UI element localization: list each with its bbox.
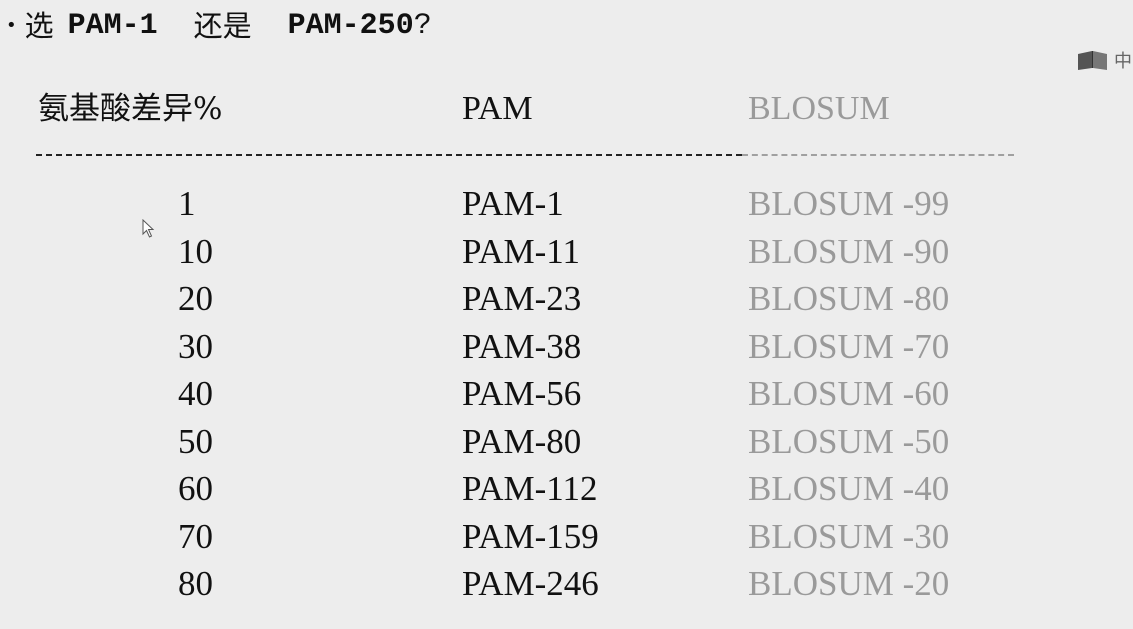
cell-pam: PAM-23 [462, 279, 582, 318]
table-row: 60 PAM-112 BLOSUM -40 [0, 465, 1133, 513]
table-row: 10 PAM-11 BLOSUM -90 [0, 228, 1133, 276]
headline-option-a: PAM-1 [67, 9, 158, 43]
cell-blosum: BLOSUM -60 [748, 374, 950, 413]
column-header-pam: PAM [462, 90, 533, 127]
table-body: 1 PAM-1 BLOSUM -99 10 PAM-11 BLOSUM -90 … [0, 180, 1133, 608]
cell-pam: PAM-1 [462, 184, 564, 223]
headline-connector: 还是 [193, 9, 252, 43]
cell-blosum: BLOSUM -20 [748, 564, 950, 603]
cell-difference: 1 [178, 184, 196, 223]
cell-blosum: BLOSUM -30 [748, 516, 950, 556]
cell-pam: PAM-112 [462, 469, 598, 508]
cell-pam: PAM-159 [462, 516, 599, 556]
cell-difference: 80 [178, 564, 213, 603]
cell-blosum: BLOSUM -90 [748, 231, 950, 271]
bullet-dot: • [6, 15, 17, 36]
cell-blosum: BLOSUM -80 [748, 279, 950, 318]
cell-blosum: BLOSUM -50 [748, 421, 950, 461]
cell-difference: 60 [178, 469, 213, 508]
table-row: 20 PAM-23 BLOSUM -80 [0, 275, 1133, 323]
cell-difference: 10 [178, 231, 213, 271]
cell-blosum: BLOSUM -40 [748, 469, 950, 508]
table-row: 40 PAM-56 BLOSUM -60 [0, 370, 1133, 418]
cell-pam: PAM-80 [462, 421, 582, 461]
cell-blosum: BLOSUM -70 [748, 326, 950, 366]
header-divider-light [742, 154, 1014, 156]
slide: • 选 PAM-1 还是 PAM-250 ? 中 氨基酸差异% PAM BLOS… [0, 0, 1133, 629]
cell-difference: 20 [178, 279, 213, 318]
cell-pam: PAM-11 [462, 231, 581, 271]
table-row: 70 PAM-159 BLOSUM -30 [0, 513, 1133, 561]
mouse-pointer-icon [142, 219, 155, 238]
cell-difference: 50 [178, 421, 213, 461]
cell-pam: PAM-56 [462, 374, 582, 413]
headline-prefix: 选 [24, 9, 54, 43]
header-divider-dark [36, 154, 742, 156]
cell-blosum: BLOSUM -99 [748, 184, 950, 223]
cell-pam: PAM-38 [462, 326, 582, 366]
cell-pam: PAM-246 [462, 564, 599, 603]
table-row: 80 PAM-246 BLOSUM -20 [0, 560, 1133, 608]
table-row: 30 PAM-38 BLOSUM -70 [0, 323, 1133, 371]
cell-difference: 40 [178, 374, 213, 413]
headline-question-mark: ? [413, 9, 432, 43]
column-header-blosum: BLOSUM [748, 90, 890, 127]
table-row: 1 PAM-1 BLOSUM -99 [0, 180, 1133, 228]
book-icon [1078, 51, 1107, 70]
headline-option-b: PAM-250 [287, 9, 414, 43]
cell-difference: 30 [178, 326, 213, 366]
corner-label: 中 [1114, 51, 1132, 72]
table-row: 50 PAM-80 BLOSUM -50 [0, 418, 1133, 466]
slide-headline: • 选 PAM-1 还是 PAM-250 ? [6, 6, 432, 46]
cell-difference: 70 [178, 516, 213, 556]
corner-indicator[interactable]: 中 [1076, 46, 1133, 74]
column-header-difference: 氨基酸差异% [38, 91, 223, 127]
